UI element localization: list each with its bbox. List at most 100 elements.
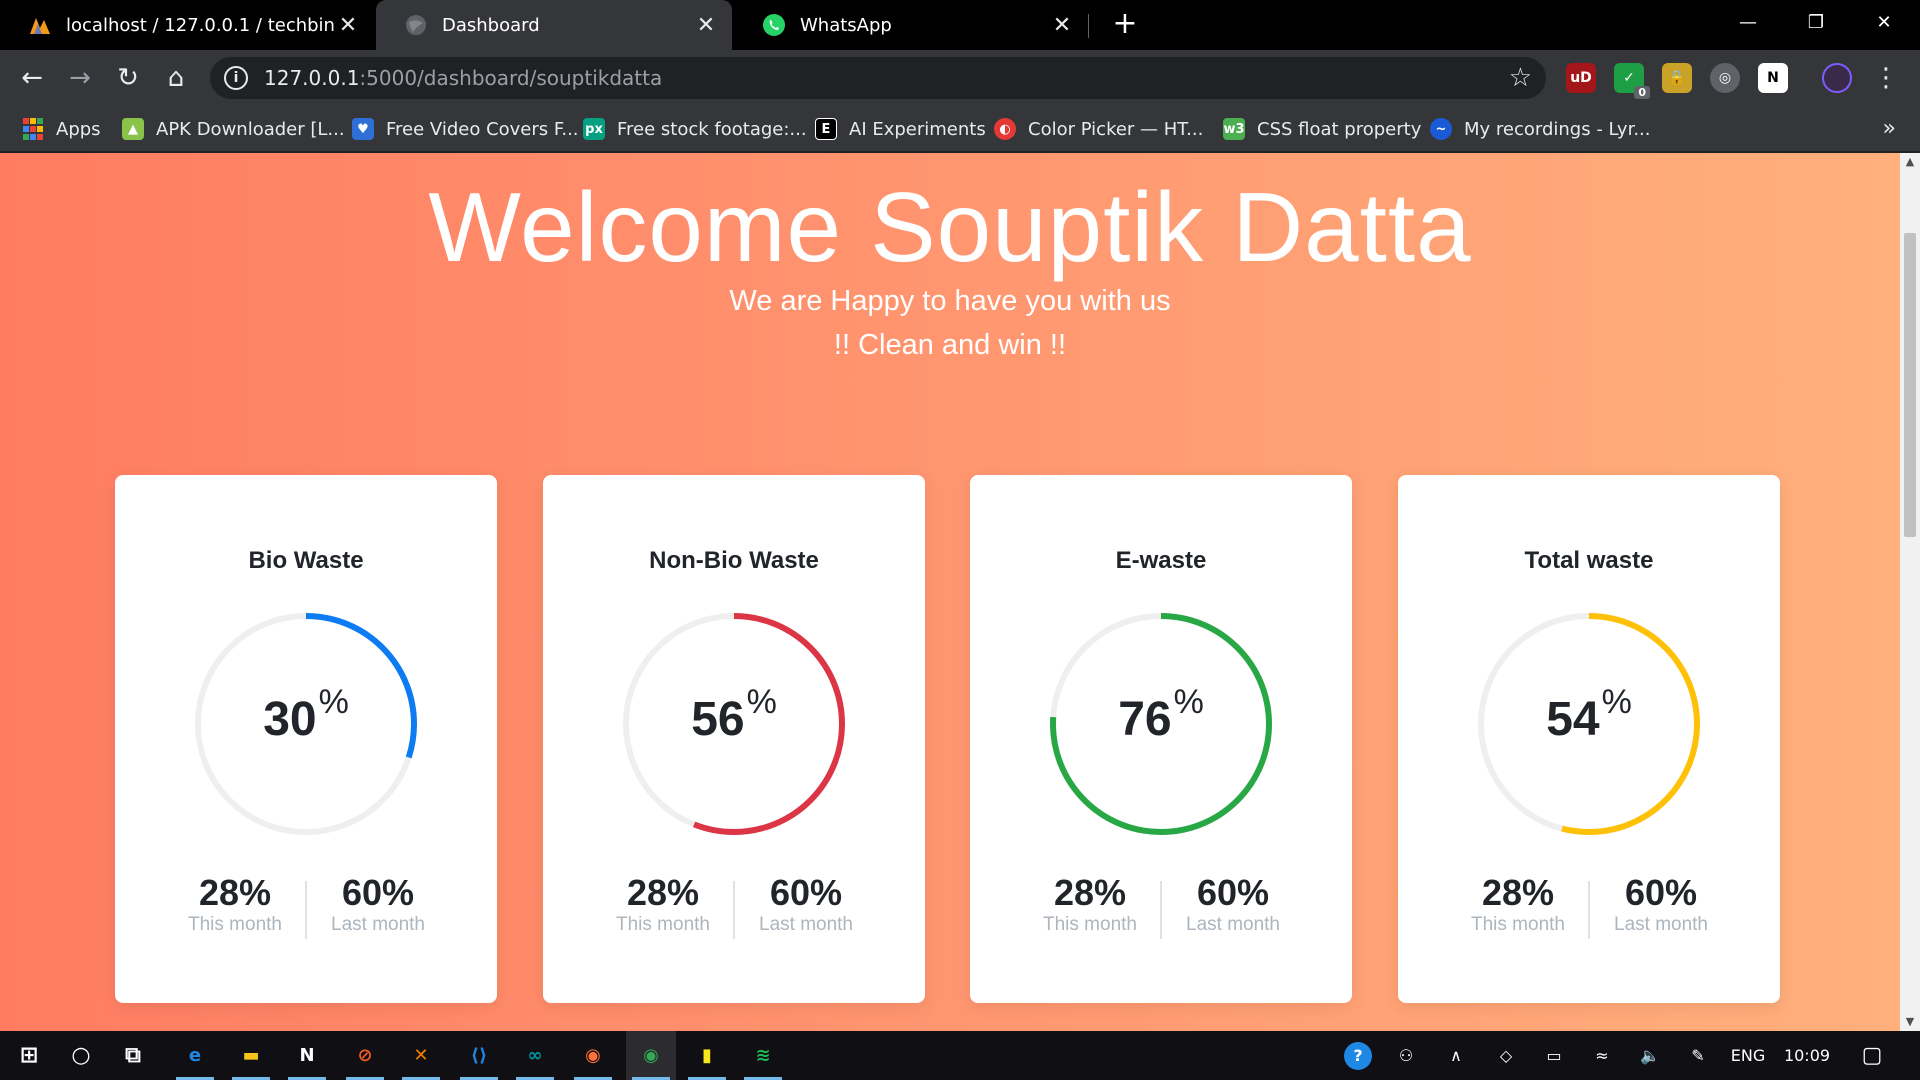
stat-divider [1588, 881, 1590, 939]
percent-sign: % [1601, 683, 1632, 721]
bookmark-color-picker[interactable]: ◐ Color Picker — HT... [994, 106, 1203, 152]
card-stats: 28% This month 60% Last month [970, 873, 1352, 939]
notion-icon[interactable]: N [1758, 63, 1788, 93]
new-tab-button[interactable]: + [1106, 6, 1144, 44]
vscode-icon[interactable]: ⟨⟩ [454, 1031, 504, 1080]
bookmarks-bar: Apps ▲ APK Downloader [L... ♥ Free Video… [0, 106, 1920, 152]
edge-icon[interactable]: e [170, 1031, 220, 1080]
page-scrollbar[interactable]: ▲ ▼ [1900, 153, 1920, 1031]
task-view-icon[interactable]: ⧉ [108, 1031, 158, 1080]
scroll-up-arrow-icon[interactable]: ▲ [1900, 153, 1920, 171]
close-window-button[interactable]: ✕ [1850, 0, 1918, 44]
percent-sign: % [1173, 683, 1204, 721]
site-info-icon[interactable]: i [224, 66, 248, 90]
cortana-search-glyph: ○ [71, 1043, 91, 1068]
close-tab-icon[interactable]: ✕ [1050, 13, 1074, 38]
wifi-icon[interactable]: ≈ [1582, 1031, 1622, 1080]
back-button[interactable]: ← [14, 60, 50, 96]
tab-separator [1088, 14, 1089, 38]
lock-label: 🔒 [1668, 70, 1686, 86]
language-indicator[interactable]: ENG [1724, 1031, 1772, 1080]
xampp-icon[interactable]: ✕ [396, 1031, 446, 1080]
close-tab-icon[interactable]: ✕ [694, 13, 718, 38]
chrome-menu-icon[interactable]: ⋮ [1868, 60, 1904, 96]
spotify-glyph: ≋ [755, 1045, 771, 1066]
stat-label: This month [1043, 914, 1137, 935]
bookmark-free-stock-footage[interactable]: px Free stock footage:... [583, 106, 807, 152]
card-title: E-waste [1115, 547, 1207, 574]
clock[interactable]: 10:09 [1778, 1031, 1836, 1080]
stat-label: Last month [1186, 914, 1280, 935]
bookmark-star-icon[interactable]: ☆ [1509, 63, 1532, 93]
volume-icon[interactable]: 🔈 [1630, 1031, 1670, 1080]
forward-button[interactable]: → [62, 60, 98, 96]
page-viewport: Welcome Souptik Datta We are Happy to ha… [0, 153, 1900, 1031]
close-tab-icon[interactable]: ✕ [336, 13, 360, 38]
circle-extension-icon[interactable]: ◎ [1710, 63, 1740, 93]
bookmark-apps[interactable]: Apps [22, 106, 101, 152]
bookmark-label: Color Picker — HT... [1028, 118, 1204, 140]
bookmark-label: Apps [56, 118, 101, 140]
reload-button[interactable]: ↻ [110, 60, 146, 96]
lock-icon[interactable]: 🔒 [1662, 63, 1692, 93]
bookmark-ai-experiments[interactable]: E AI Experiments [815, 106, 986, 152]
address-bar[interactable]: i 127.0.0.1:5000/dashboard/souptikdatta … [210, 57, 1546, 99]
stat-this-month: 28% This month [1458, 873, 1578, 937]
tab-phpmyadmin[interactable]: localhost / 127.0.0.1 / techbin / lo ✕ [0, 0, 374, 50]
stat-value: 60% [769, 872, 843, 913]
stat-label: Last month [1614, 914, 1708, 935]
dropbox-icon[interactable]: ◇ [1486, 1031, 1526, 1080]
bookmark-free-video-covers[interactable]: ♥ Free Video Covers F... [352, 106, 579, 152]
arduino-icon[interactable]: ∞ [510, 1031, 560, 1080]
stat-value: 28% [626, 872, 700, 913]
cortana-search-icon[interactable]: ○ [56, 1031, 106, 1080]
tab-strip: localhost / 127.0.0.1 / techbin / lo ✕ D… [0, 0, 1920, 50]
postman-icon[interactable]: ⊘ [340, 1031, 390, 1080]
windows-start-icon[interactable]: ⊞ [4, 1031, 54, 1080]
notifications-icon[interactable]: ▢ [1852, 1031, 1892, 1080]
color-picker-icon: ◐ [994, 118, 1016, 140]
tab-whatsapp[interactable]: WhatsApp ✕ [734, 0, 1088, 50]
bookmark-apk-downloader[interactable]: ▲ APK Downloader [L... [122, 106, 345, 152]
sticky-notes-glyph: ▮ [702, 1045, 712, 1066]
bookmark-my-recordings[interactable]: ~ My recordings - Lyr... [1430, 106, 1651, 152]
stat-label: Last month [759, 914, 853, 935]
tab-dashboard[interactable]: Dashboard ✕ [376, 0, 732, 50]
stat-label: This month [188, 914, 282, 935]
profile-avatar-icon[interactable] [1822, 63, 1852, 93]
tray-chevron-icon[interactable]: ∧ [1436, 1031, 1476, 1080]
ublock-icon[interactable]: uD [1566, 63, 1596, 93]
url-path: :5000/dashboard/souptikdatta [359, 66, 663, 90]
home-button[interactable]: ⌂ [158, 60, 194, 96]
postman-glyph: ⊘ [357, 1045, 373, 1066]
stat-last-month: 60% Last month [318, 873, 438, 937]
stat-last-month: 60% Last month [746, 873, 866, 937]
restore-button[interactable]: ❐ [1782, 0, 1850, 44]
card-stats: 28% This month 60% Last month [543, 872, 925, 939]
notion-taskbar-icon[interactable]: N [282, 1031, 332, 1080]
card-title: Non-Bio Waste [649, 547, 819, 574]
gauge-percent: 54 [1546, 693, 1600, 746]
scroll-down-arrow-icon[interactable]: ▼ [1900, 1013, 1920, 1031]
stat-label: This month [616, 914, 710, 935]
battery-icon[interactable]: ▭ [1534, 1031, 1574, 1080]
minimize-button[interactable]: — [1714, 0, 1782, 44]
firefox-icon[interactable]: ◉ [568, 1031, 618, 1080]
stat-value: 60% [1624, 872, 1698, 913]
circle-extension-label: ◎ [1718, 70, 1732, 86]
people-icon[interactable]: ⚇ [1386, 1031, 1426, 1080]
shield-check-icon[interactable]: ✓ 0 [1614, 63, 1650, 99]
page-title: Welcome Souptik Datta [428, 172, 1472, 282]
chrome-icon[interactable]: ◉ [626, 1031, 676, 1080]
pen-icon[interactable]: ✎ [1678, 1031, 1718, 1080]
url-text[interactable]: 127.0.0.1:5000/dashboard/souptikdatta [264, 66, 662, 90]
help-icon[interactable]: ? [1336, 1031, 1380, 1080]
file-explorer-icon[interactable]: ▬ [226, 1031, 276, 1080]
scrollbar-thumb[interactable] [1904, 233, 1916, 537]
bookmarks-overflow-icon[interactable]: » [1883, 116, 1896, 141]
sticky-notes-icon[interactable]: ▮ [682, 1031, 732, 1080]
spotify-icon[interactable]: ≋ [738, 1031, 788, 1080]
task-view-glyph: ⧉ [125, 1043, 141, 1068]
bookmark-css-float[interactable]: w3 CSS float property [1223, 106, 1421, 152]
tab-title: WhatsApp [800, 14, 892, 36]
